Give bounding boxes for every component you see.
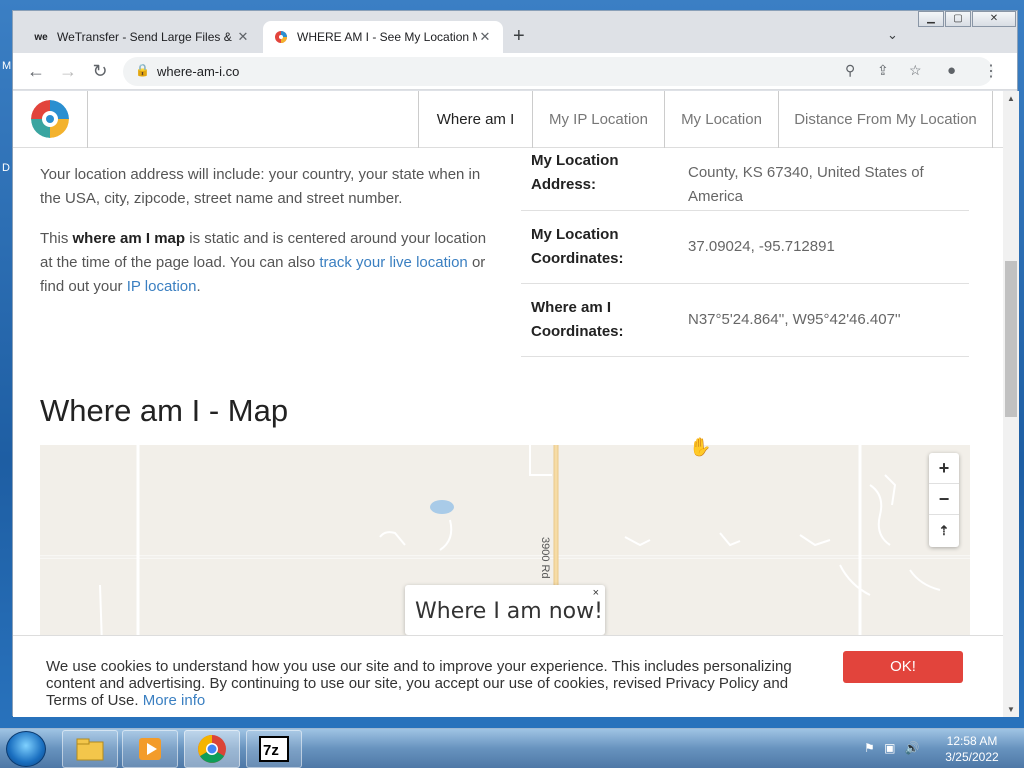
text-fragment: This — [40, 230, 73, 247]
start-button[interactable] — [6, 731, 46, 767]
forward-arrow-icon[interactable]: → — [57, 61, 79, 82]
clock[interactable]: 12:58 AM 3/25/2022 — [942, 733, 1002, 765]
cookie-ok-button[interactable]: OK! — [843, 651, 963, 683]
zoom-out-button[interactable]: − — [929, 484, 959, 515]
row-value: N37°5'24.864'', W95°42'46.407'' — [688, 311, 901, 328]
address-description: Your location address will include: your… — [40, 166, 481, 207]
map-description: This where am I map is static and is cen… — [40, 227, 490, 299]
location-pin-icon[interactable]: ⚲ — [845, 62, 855, 79]
close-window-icon[interactable]: ✕ — [972, 11, 1016, 27]
map-zoom-controls: + − ⇡ — [929, 453, 959, 547]
bold-text: where am I map — [72, 230, 186, 247]
scroll-up-icon[interactable]: ▲ — [1003, 94, 1019, 103]
tab-wetransfer[interactable]: we WeTransfer - Send Large Files & ... ✕ — [23, 21, 261, 53]
nav-my-location[interactable]: My Location — [664, 91, 778, 148]
system-tray: ⚑ ▣ 🔊 — [864, 741, 920, 755]
cookie-text: We use cookies to understand how you use… — [46, 658, 826, 709]
divider — [87, 91, 88, 148]
row-label: My Location Coordinates: — [531, 226, 624, 267]
volume-icon[interactable]: 🔊 — [905, 741, 920, 755]
browser-toolbar: ← → ↻ 🔒 where-am-i.co ⚲ ⇪ ☆ ● ⋮ — [13, 53, 1017, 90]
hand-cursor-icon: ✋ — [689, 437, 712, 457]
popup-text: Where I am now! — [415, 599, 603, 624]
table-row: My Location Coordinates: 37.09024, -95.7… — [521, 211, 969, 284]
site-navbar: Where am I My IP Location My Location Di… — [13, 91, 1003, 148]
tab-title: WeTransfer - Send Large Files & ... — [57, 30, 235, 44]
where-am-i-favicon-icon — [273, 29, 289, 45]
table-row: My Location Address: County, KS 67340, U… — [521, 141, 969, 211]
zoom-in-button[interactable]: + — [929, 453, 959, 484]
address-bar[interactable]: 🔒 where-am-i.co ⚲ ⇪ ☆ ● — [123, 57, 993, 86]
desktop-icon-label: D — [2, 162, 10, 174]
maximize-icon[interactable]: ▢ — [945, 11, 971, 27]
site-logo-icon[interactable] — [31, 100, 69, 138]
clock-time: 12:58 AM — [946, 734, 998, 748]
cookie-banner: We use cookies to understand how you use… — [13, 635, 1003, 717]
chrome-taskbar-icon[interactable] — [184, 730, 240, 768]
map-popup: Where I am now! × — [405, 585, 605, 635]
reload-icon[interactable]: ↻ — [89, 61, 111, 82]
road-label: 3900 Rd — [539, 537, 551, 579]
tab-search-chevron-icon[interactable]: ⌄ — [887, 27, 898, 43]
wetransfer-favicon-icon: we — [34, 31, 48, 43]
media-player-taskbar-icon[interactable] — [122, 730, 178, 768]
desktop-icon-label: M — [2, 60, 12, 72]
new-tab-icon[interactable]: + — [513, 25, 525, 48]
row-label: Where am I Coordinates: — [531, 299, 624, 340]
scroll-down-icon[interactable]: ▼ — [1003, 705, 1019, 714]
tab-title: WHERE AM I - See My Location M... — [297, 30, 477, 44]
profile-avatar-icon[interactable]: ● — [947, 62, 956, 79]
nav-my-ip-location[interactable]: My IP Location — [532, 91, 664, 148]
nav-where-am-i[interactable]: Where am I — [418, 91, 532, 148]
browser-window: we WeTransfer - Send Large Files & ... ✕… — [12, 10, 1019, 717]
track-live-location-link[interactable]: track your live location — [319, 254, 467, 271]
row-label: My Location Address: — [531, 152, 619, 193]
share-icon[interactable]: ⇪ — [877, 62, 889, 79]
table-row: Where am I Coordinates: N37°5'24.864'', … — [521, 284, 969, 357]
row-value: County, KS 67340, United States of Ameri… — [688, 164, 924, 205]
text-fragment: . — [196, 278, 201, 295]
browser-menu-icon[interactable]: ⋮ — [983, 61, 999, 81]
tab-where-am-i[interactable]: WHERE AM I - See My Location M... ✕ — [263, 21, 503, 53]
explorer-taskbar-icon[interactable] — [62, 730, 118, 768]
7zip-taskbar-icon[interactable]: 7z — [246, 730, 302, 768]
scroll-thumb[interactable] — [1005, 261, 1017, 417]
more-info-link[interactable]: More info — [143, 692, 206, 709]
taskbar: 7z ⚑ ▣ 🔊 12:58 AM 3/25/2022 — [0, 728, 1024, 768]
row-value: 37.09024, -95.712891 — [688, 238, 835, 255]
action-center-icon[interactable]: ⚑ — [864, 741, 875, 755]
window-controls: ▁ ▢ ✕ — [917, 11, 1016, 29]
tab-close-icon[interactable]: ✕ — [477, 29, 493, 45]
back-arrow-icon[interactable]: ← — [25, 61, 47, 82]
reset-north-button[interactable]: ⇡ — [929, 515, 959, 546]
svg-text:7z: 7z — [263, 742, 279, 759]
map-heading: Where am I - Map — [40, 393, 289, 428]
tab-close-icon[interactable]: ✕ — [235, 29, 251, 45]
minimize-icon[interactable]: ▁ — [918, 11, 944, 27]
page-scrollbar[interactable]: ▲ ▼ — [1003, 91, 1019, 717]
page-viewport: Where am I My IP Location My Location Di… — [13, 91, 1003, 717]
bookmark-star-icon[interactable]: ☆ — [909, 62, 922, 79]
nav-distance-from-my-location[interactable]: Distance From My Location — [778, 91, 993, 148]
ip-location-link[interactable]: IP location — [127, 278, 197, 295]
url-text: where-am-i.co — [157, 64, 240, 79]
lock-icon[interactable]: 🔒 — [135, 63, 150, 77]
clock-date: 3/25/2022 — [945, 750, 999, 764]
popup-close-icon[interactable]: × — [593, 587, 599, 599]
tab-strip: we WeTransfer - Send Large Files & ... ✕… — [13, 11, 1017, 53]
network-icon[interactable]: ▣ — [884, 741, 895, 755]
